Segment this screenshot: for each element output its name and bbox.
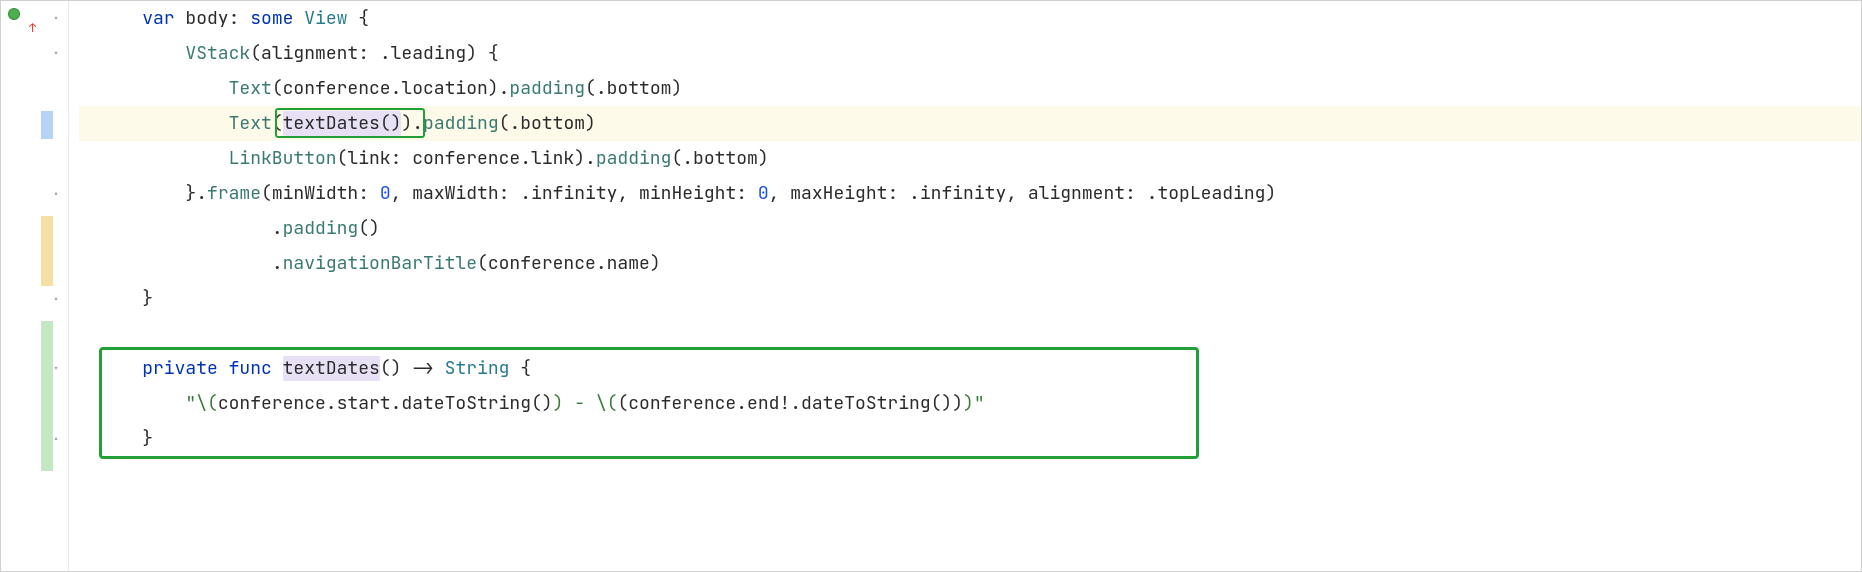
code-line[interactable]: VStack(alignment: .leading) { (79, 36, 1861, 71)
fold-toggle-icon[interactable]: ▴ (49, 291, 63, 305)
fold-toggle-icon[interactable]: ▴ (49, 186, 63, 200)
code-editor[interactable]: ↑ ▾ ▾ ▴ ▴ ▾ ▴ var body: some View { VSta… (1, 1, 1861, 571)
code-line[interactable]: LinkButton(link: conference.link).paddin… (79, 141, 1861, 176)
code-content[interactable]: var body: some View { VStack(alignment: … (69, 1, 1861, 571)
code-line[interactable]: "\(conference.start.dateToString()) - \(… (79, 386, 1861, 421)
code-line[interactable]: } (79, 421, 1861, 456)
code-line[interactable]: } (79, 281, 1861, 316)
code-line[interactable]: .navigationBarTitle(conference.name) (79, 246, 1861, 281)
fold-toggle-icon[interactable]: ▴ (49, 431, 63, 445)
fold-toggle-icon[interactable]: ▾ (49, 46, 63, 60)
code-line[interactable]: }.frame(minWidth: 0, maxWidth: .infinity… (79, 176, 1861, 211)
fold-toggle-icon[interactable]: ▾ (49, 11, 63, 25)
code-line[interactable]: .padding() (79, 211, 1861, 246)
code-line[interactable]: Text(conference.location).padding(.botto… (79, 71, 1861, 106)
code-line[interactable]: private func textDates() -> String { (79, 351, 1861, 386)
code-line[interactable] (79, 316, 1861, 351)
fold-toggle-icon[interactable]: ▾ (49, 361, 63, 375)
run-gutter-icon[interactable]: ↑ (7, 7, 21, 21)
code-line[interactable]: Text(textDates()).padding(.bottom) (79, 106, 1861, 141)
fold-column: ▾ ▾ ▴ ▴ ▾ ▴ (45, 1, 69, 571)
code-line[interactable]: var body: some View { (79, 1, 1861, 36)
gutter: ↑ (1, 1, 45, 571)
